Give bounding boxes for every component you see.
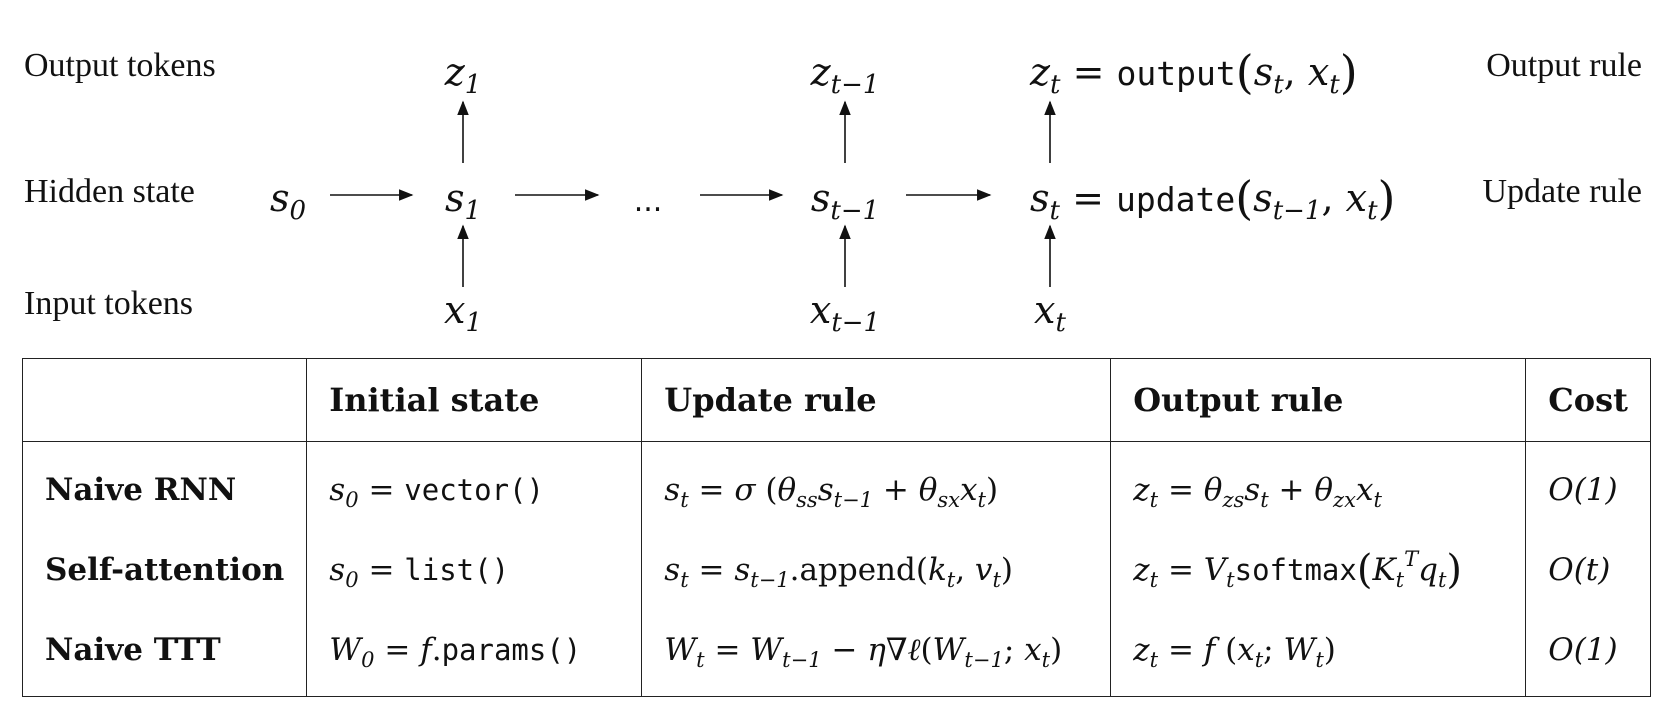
node-s1: s1 [444,176,482,226]
label-output-rule: Output rule [1486,47,1642,84]
row-name: Naive RNN [21,441,308,530]
equation-update: st = update(st−1, xt) [1030,171,1396,226]
node-x-t-minus-1: xt−1 [809,288,881,338]
node-s0: s0 [269,176,307,226]
update-function-label: update [1116,180,1236,219]
label-output-tokens: Output tokens [24,47,216,84]
table-header-row: Initial state Update rule Output rule Co… [21,358,1652,442]
output-rule-cell: zt = f (xt; Wt) [1110,610,1527,697]
header-empty [21,358,308,442]
initial-state-cell: s0 = vector() [306,441,643,530]
output-function-label: output [1116,54,1236,93]
header-initial-state: Initial state [306,358,643,442]
node-ellipsis: ... [633,184,663,219]
comparison-table: Initial state Update rule Output rule Co… [21,358,1652,697]
label-input-tokens: Input tokens [24,285,194,322]
node-z-t-minus-1: zt−1 [810,50,880,100]
node-z1: z1 [444,50,482,100]
cost-cell: O(1) [1525,441,1652,530]
cost-cell: O(t) [1525,530,1652,610]
node-s-t-minus-1: st−1 [810,176,880,226]
initial-state-cell: s0 = list() [306,530,643,610]
header-update-rule: Update rule [641,358,1112,442]
equation-output: zt = output(st, xt) [1030,45,1358,100]
header-cost: Cost [1525,358,1652,442]
row-name: Naive TTT [21,610,308,697]
update-rule-cell: st = σ (θssst−1 + θsxxt) [641,441,1112,530]
update-rule-cell: Wt = Wt−1 − η∇ℓ(Wt−1; xt) [641,610,1112,697]
output-rule-cell: zt = Vtsoftmax(KtTqt) [1110,530,1527,610]
label-hidden-state: Hidden state [24,173,195,210]
rnn-diagram: Output tokens Hidden state Input tokens … [0,0,1672,350]
cost-cell: O(1) [1525,610,1652,697]
row-name: Self-attention [21,530,308,610]
label-update-rule: Update rule [1482,173,1642,210]
node-xt: xt [1034,288,1066,338]
table-row: Naive RNN s0 = vector() st = σ (θssst−1 … [21,441,1652,530]
node-x1: x1 [444,288,482,338]
update-rule-cell: st = st−1.append(kt, vt) [641,530,1112,610]
header-output-rule: Output rule [1110,358,1527,442]
output-rule-cell: zt = θzsst + θzxxt [1110,441,1527,530]
table-row: Self-attention s0 = list() st = st−1.app… [21,530,1652,610]
initial-state-cell: W0 = f.params() [306,610,643,697]
table-row: Naive TTT W0 = f.params() Wt = Wt−1 − η∇… [21,610,1652,697]
